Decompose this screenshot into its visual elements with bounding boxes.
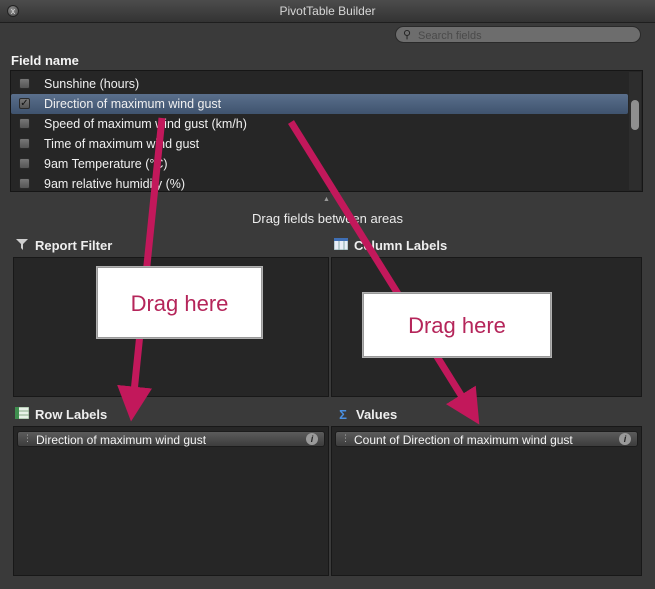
callout-drag-here-right: Drag here: [362, 292, 552, 358]
field-label: Time of maximum wind gust: [44, 137, 200, 151]
callout-drag-here-left: Drag here: [96, 266, 263, 339]
drag-grip-icon[interactable]: ⋮: [341, 433, 350, 444]
info-icon[interactable]: i: [619, 433, 631, 445]
field-row-selected[interactable]: ✓ Direction of maximum wind gust: [11, 94, 628, 114]
report-filter-label: Report Filter: [35, 238, 113, 253]
filter-icon: [15, 238, 29, 253]
drag-hint-text: Drag fields between areas: [251, 211, 404, 226]
search-field[interactable]: ⚲: [395, 26, 641, 44]
window-title: PivotTable Builder: [279, 4, 376, 18]
row-labels-label: Row Labels: [35, 407, 108, 422]
values-label: Values: [356, 407, 398, 422]
field-label: Direction of maximum wind gust: [44, 97, 222, 111]
title-bar: x PivotTable Builder: [0, 0, 655, 23]
field-label: Speed of maximum wind gust (km/h): [44, 117, 247, 131]
field-checkbox[interactable]: [19, 178, 30, 189]
field-checkbox[interactable]: [19, 158, 30, 169]
field-name-header: Field name: [11, 53, 79, 68]
field-label: Sunshine (hours): [44, 77, 140, 91]
values-title: Σ Values: [336, 407, 397, 422]
field-list-scrollbar[interactable]: [629, 72, 641, 190]
report-filter-title: Report Filter: [15, 238, 112, 253]
row-table-icon: [14, 406, 30, 422]
field-row[interactable]: Speed of maximum wind gust (km/h): [11, 114, 628, 134]
field-row[interactable]: 9am Temperature (°C): [11, 154, 628, 174]
column-labels-title: Column Labels: [333, 237, 448, 253]
sigma-icon: Σ: [339, 407, 347, 422]
values-field-pill[interactable]: ⋮ Count of Direction of maximum wind gus…: [335, 431, 638, 447]
row-labels-area[interactable]: ⋮ Direction of maximum wind gust i: [13, 426, 329, 576]
row-field-label: Direction of maximum wind gust: [36, 433, 207, 447]
field-row[interactable]: Sunshine (hours): [11, 74, 628, 94]
field-label: 9am relative humidity (%): [44, 177, 186, 191]
field-row[interactable]: Time of maximum wind gust: [11, 134, 628, 154]
row-labels-field-pill[interactable]: ⋮ Direction of maximum wind gust i: [17, 431, 325, 447]
field-list: Sunshine (hours) ✓ Direction of maximum …: [10, 70, 643, 192]
splitter-handle-icon[interactable]: ▲: [323, 196, 330, 203]
search-input[interactable]: [416, 27, 635, 44]
field-label: 9am Temperature (°C): [44, 157, 168, 171]
field-row[interactable]: 9am relative humidity (%): [11, 174, 628, 191]
field-checkbox[interactable]: [19, 138, 30, 149]
row-labels-title: Row Labels: [14, 406, 108, 422]
magnifier-icon: ⚲: [403, 29, 412, 41]
column-labels-label: Column Labels: [354, 238, 448, 253]
values-area[interactable]: ⋮ Count of Direction of maximum wind gus…: [331, 426, 642, 576]
values-field-label: Count of Direction of maximum wind gust: [354, 433, 573, 447]
field-checkbox[interactable]: [19, 78, 30, 89]
column-table-icon: [333, 237, 349, 253]
field-checkbox[interactable]: [19, 118, 30, 129]
scroll-thumb[interactable]: [631, 100, 639, 130]
drag-grip-icon[interactable]: ⋮: [23, 433, 32, 444]
info-icon[interactable]: i: [306, 433, 318, 445]
field-checkbox-checked[interactable]: ✓: [19, 98, 30, 109]
